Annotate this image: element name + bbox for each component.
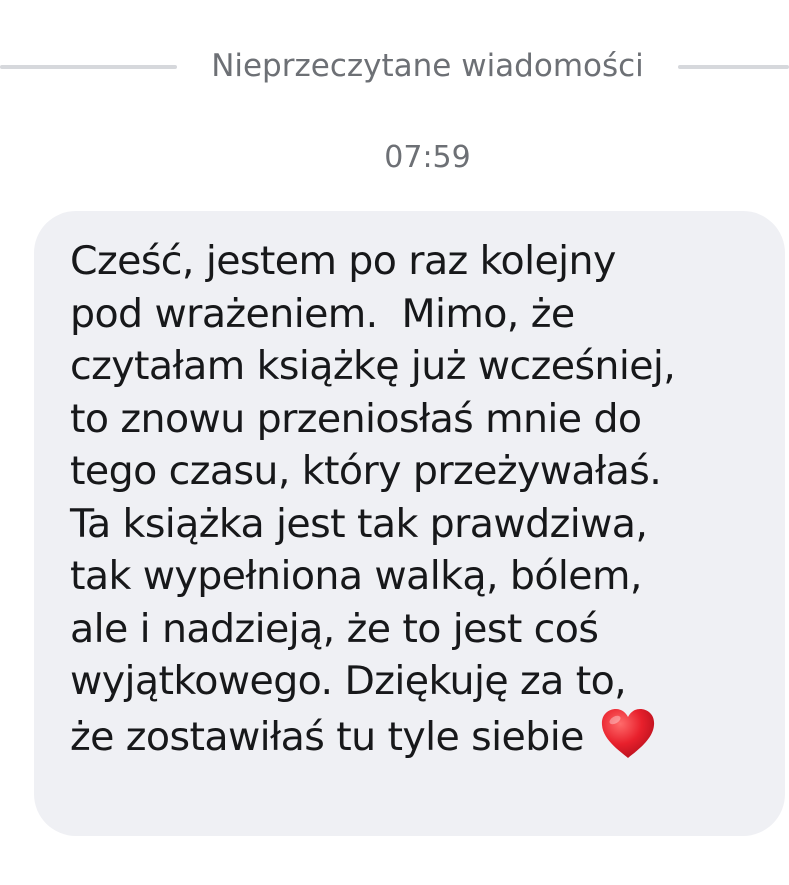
message-line: ale i nadzieją, że to jest coś [70, 605, 599, 652]
message-text: Cześć, jestem po raz kolejny pod wrażeni… [70, 235, 760, 763]
message-timestamp: 07:59 [384, 140, 471, 175]
unread-messages-divider: Nieprzeczytane wiadomości [0, 42, 789, 90]
divider-line-right [678, 65, 789, 69]
message-line: czytałam książkę już wcześniej, [70, 343, 676, 389]
message-line: że zostawiłaś tu tyle siebie [70, 713, 584, 760]
message-line: pod wrażeniem. Mimo, że [70, 290, 575, 337]
message-line: tego czasu, który przeżywałaś. [70, 448, 662, 494]
unread-messages-label: Nieprzeczytane wiadomości [211, 48, 644, 84]
divider-line-left [0, 65, 177, 69]
message-line: Cześć, jestem po raz kolejny [70, 238, 616, 284]
message-bubble[interactable]: Cześć, jestem po raz kolejny pod wrażeni… [34, 211, 785, 836]
message-line: wyjątkowego. Dziękuję za to, [70, 658, 627, 704]
message-line: tak wypełniona walką, bólem, [70, 553, 642, 599]
red-heart-icon [600, 708, 656, 760]
message-line: to znowu przeniosłaś mnie do [70, 395, 642, 442]
message-line: Ta książka jest tak prawdziwa, [70, 500, 648, 547]
